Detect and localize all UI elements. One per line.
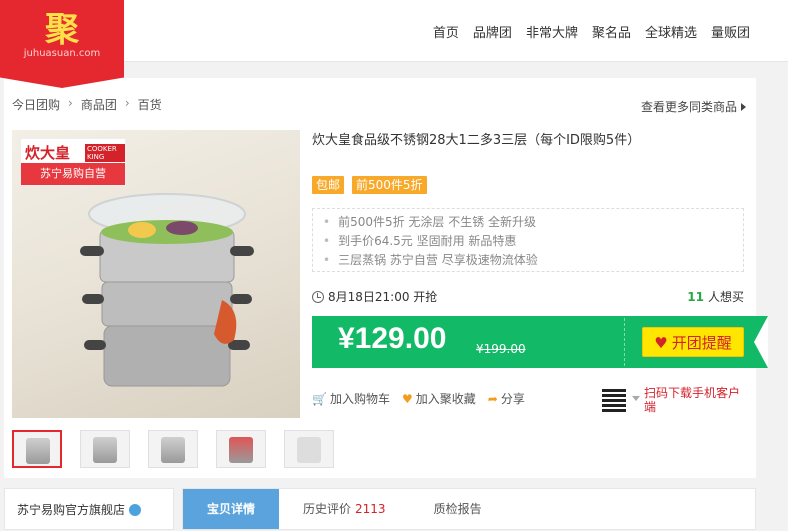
nav-item-brand[interactable]: 品牌团 (473, 22, 512, 41)
feature-list: 前500件5折 无涂层 不生锈 全新升级 到手价64.5元 坚固耐用 新品特惠 … (312, 208, 744, 272)
thumbnail-strip (12, 430, 334, 468)
product-main-image: 炊大皇 COOKER KING 苏宁易购自营 (12, 130, 300, 418)
share-label: 分享 (500, 392, 525, 406)
thumbnail[interactable] (12, 430, 62, 468)
tab-reviews-label: 历史评价 (303, 502, 352, 516)
logo-domain: juhuasuan.com (23, 48, 101, 59)
original-price: ¥199.00 (476, 342, 526, 356)
nav-item-global[interactable]: 全球精选 (645, 22, 697, 41)
heart-icon: ♥ (654, 334, 668, 352)
want-number: 11 (687, 290, 704, 304)
feature-item: 前500件5折 无涂层 不生锈 全新升级 (323, 213, 743, 232)
brand-name: 炊大皇 (25, 144, 71, 162)
feature-item: 到手价64.5元 坚固耐用 新品特惠 (323, 232, 743, 251)
want-label: 人想买 (707, 290, 744, 304)
nav-item-big-brand[interactable]: 非常大牌 (526, 22, 578, 41)
qr-download-text[interactable]: 扫码下载手机客户端 (644, 386, 744, 414)
verified-store-icon (129, 504, 142, 516)
breadcrumb-item[interactable]: 百货 (138, 96, 162, 113)
nav-item-wholesale[interactable]: 量贩团 (711, 22, 750, 41)
thumbnail-pot-icon (93, 437, 117, 463)
chevron-down-icon[interactable] (632, 396, 640, 401)
brand-badge: 炊大皇 COOKER KING 苏宁易购自营 (20, 138, 126, 186)
favorite-link[interactable]: ♥ 加入聚收藏 (402, 390, 476, 407)
price-divider (624, 318, 625, 366)
tab-details[interactable]: 宝贝详情 (183, 489, 279, 529)
clock-icon (312, 291, 324, 303)
promo-tags: 包邮 前500件5折 (312, 176, 427, 194)
thumbnail-pot-icon (229, 437, 253, 463)
juhuasuan-logo[interactable]: 聚 juhuasuan.com (0, 0, 124, 88)
store-name-box[interactable]: 苏宁易购官方旗舰店 (4, 488, 174, 530)
breadcrumb-item[interactable]: 商品团 (81, 96, 117, 113)
breadcrumb: 今日团购 › 商品团 › 百货 (12, 96, 162, 113)
thumbnail-pot-icon (297, 437, 321, 463)
nav-item-luxury[interactable]: 聚名品 (592, 22, 631, 41)
thumbnail-pot-icon (26, 438, 50, 464)
thumbnail[interactable] (148, 430, 198, 468)
start-time: 8月18日21:00 开抢 (328, 290, 438, 304)
logo-mark: 聚 (45, 10, 79, 50)
site-header: 聚 juhuasuan.com 首页 品牌团 非常大牌 聚名品 全球精选 量贩团 (0, 0, 788, 88)
thumbnail[interactable] (284, 430, 334, 468)
heart-outline-icon: ♥ (401, 392, 413, 406)
review-count: 2113 (355, 502, 386, 516)
remind-label: 开团提醒 (671, 334, 732, 352)
price-bar: ¥129.00 ¥199.00 ♥ 开团提醒 (312, 316, 768, 368)
steamer-pot-illustration (80, 193, 254, 387)
thumbnail[interactable] (80, 430, 130, 468)
tab-quality-report[interactable]: 质检报告 (410, 489, 506, 529)
breadcrumb-item[interactable]: 今日团购 (12, 96, 60, 113)
group-price: ¥129.00 (338, 322, 447, 355)
cart-icon: 🛒 (312, 392, 327, 406)
store-name: 苏宁易购官方旗舰店 (17, 503, 126, 517)
breadcrumb-separator: › (68, 96, 73, 110)
brand-english: COOKER KING (85, 144, 125, 162)
start-time-row: 8月18日21:00 开抢 11 人想买 (312, 288, 744, 305)
top-nav: 首页 品牌团 非常大牌 聚名品 全球精选 量贩团 (433, 22, 750, 41)
brand-subtitle: 苏宁易购自营 (21, 163, 125, 185)
thumbnail-pot-icon (161, 437, 185, 463)
share-icon: ➦ (487, 392, 498, 406)
tab-reviews[interactable]: 历史评价 2113 (279, 489, 410, 529)
add-to-cart-link[interactable]: 🛒 加入购物车 (312, 390, 390, 407)
more-similar-link[interactable]: 查看更多同类商品 (641, 98, 746, 115)
action-links: 🛒 加入购物车 ♥ 加入聚收藏 ➦ 分享 (312, 390, 525, 407)
detail-bar: 苏宁易购官方旗舰店 宝贝详情 历史评价 2113 质检报告 (0, 488, 788, 530)
favorite-label: 加入聚收藏 (415, 392, 476, 406)
want-count: 11 人想买 (687, 288, 744, 305)
product-card: 今日团购 › 商品团 › 百货 查看更多同类商品 炊大皇 COOKER KING… (4, 78, 768, 478)
share-link[interactable]: ➦ 分享 (488, 390, 525, 407)
breadcrumb-separator: › (124, 96, 130, 110)
add-to-cart-label: 加入购物车 (329, 392, 390, 406)
ribbon-notch (754, 316, 768, 368)
tag-free-shipping: 包邮 (312, 176, 345, 194)
detail-tabs: 宝贝详情 历史评价 2113 质检报告 (182, 488, 756, 530)
thumbnail[interactable] (216, 430, 266, 468)
feature-item: 三层蒸锅 苏宁自营 尽享极速物流体验 (323, 251, 743, 270)
nav-item-home[interactable]: 首页 (433, 22, 459, 41)
qr-code-icon[interactable] (602, 388, 626, 412)
product-title: 炊大皇食品级不锈钢28大1二多3三层（每个ID限购5件） (312, 133, 641, 148)
remind-button[interactable]: ♥ 开团提醒 (642, 327, 744, 357)
tag-discount: 前500件5折 (352, 176, 427, 194)
